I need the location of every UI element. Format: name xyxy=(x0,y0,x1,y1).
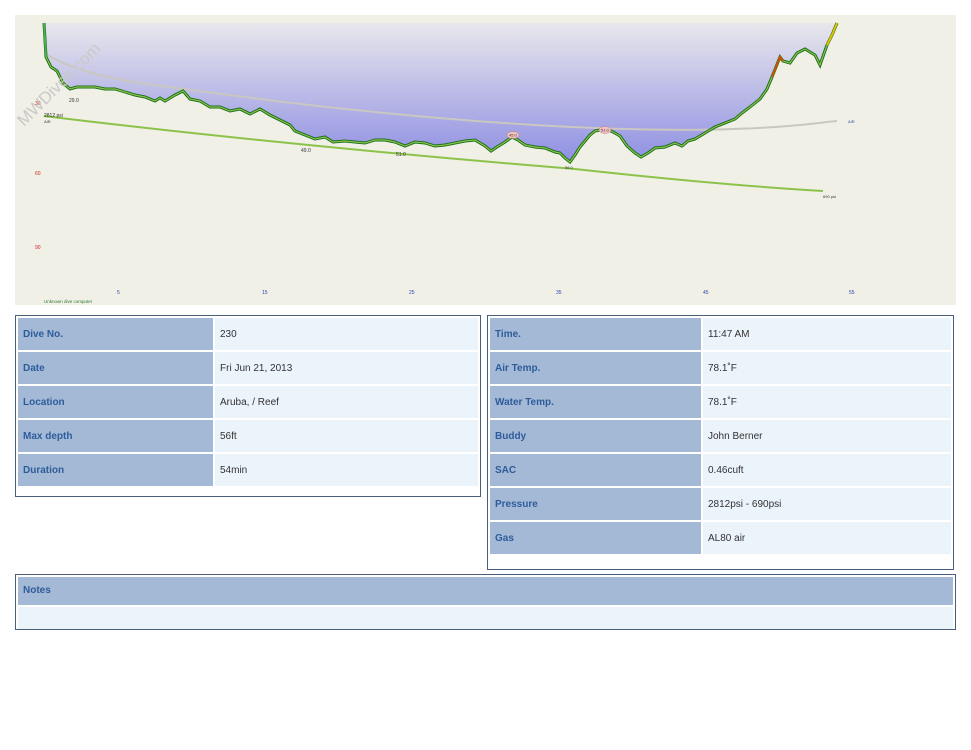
table-row: Water Temp. 78.1˚F xyxy=(490,386,951,418)
gas-label: Gas xyxy=(490,522,701,554)
buddy-label: Buddy xyxy=(490,420,701,452)
table-row: Air Temp. 78.1˚F xyxy=(490,352,951,384)
temperature-badge-label: 51.0 xyxy=(601,128,610,133)
sac-label: SAC xyxy=(490,454,701,486)
notes-section: Notes xyxy=(15,574,956,630)
duration-value: 54min xyxy=(215,454,478,486)
dive-number-label: Dive No. xyxy=(18,318,213,350)
water-temp-value: 78.1˚F xyxy=(703,386,951,418)
time-tick-label: 45 xyxy=(703,290,709,296)
notes-text xyxy=(18,607,953,629)
max-depth-value: 56ft xyxy=(215,420,478,452)
water-temp-label: Water Temp. xyxy=(490,386,701,418)
depth-area xyxy=(44,23,837,162)
table-row: Duration 54min xyxy=(18,454,478,486)
notes-label: Notes xyxy=(18,577,953,605)
table-row: SAC 0.46cuft xyxy=(490,454,951,486)
date-label: Date xyxy=(18,352,213,384)
air-temp-label: Air Temp. xyxy=(490,352,701,384)
table-row: Buddy John Berner xyxy=(490,420,951,452)
dive-details-table: Dive No. 230 Date Fri Jun 21, 2013 Locat… xyxy=(15,315,481,497)
depth-marker-label: 29.0 xyxy=(69,98,79,104)
pressure-value: 2812psi - 690psi xyxy=(703,488,951,520)
date-value: Fri Jun 21, 2013 xyxy=(215,352,478,384)
table-row: Dive No. 230 xyxy=(18,318,478,350)
time-tick-label: 5 xyxy=(117,290,120,296)
temperature-badge-label: 45.0 xyxy=(509,133,518,138)
computer-label: Unknown dive computer xyxy=(44,299,93,304)
dive-conditions-table: Time. 11:47 AM Air Temp. 78.1˚F Water Te… xyxy=(487,315,954,570)
time-label: Time. xyxy=(490,318,701,350)
dive-profile-graphic: 2812 psi AIR 690 psi AIR Unknown dive co… xyxy=(15,22,855,304)
buddy-value: John Berner xyxy=(703,420,951,452)
depth-tick-label: 90 xyxy=(35,245,41,251)
pressure-label: Pressure xyxy=(490,488,701,520)
table-row: Time. 11:47 AM xyxy=(490,318,951,350)
time-tick-label: 35 xyxy=(556,290,562,296)
end-gas-label: AIR xyxy=(848,119,855,124)
max-depth-label: Max depth xyxy=(18,420,213,452)
gas-value: AL80 air xyxy=(703,522,951,554)
time-tick-label: 55 xyxy=(849,290,855,296)
depth-marker-label: 51.0 xyxy=(396,152,406,158)
table-row: Gas AL80 air xyxy=(490,522,951,554)
depth-tick-label: 60 xyxy=(35,171,41,177)
time-tick-label: 25 xyxy=(409,290,415,296)
duration-label: Duration xyxy=(18,454,213,486)
time-value: 11:47 AM xyxy=(703,318,951,350)
sac-value: 0.46cuft xyxy=(703,454,951,486)
air-temp-value: 78.1˚F xyxy=(703,352,951,384)
dive-number-value: 230 xyxy=(215,318,478,350)
table-row: Pressure 2812psi - 690psi xyxy=(490,488,951,520)
end-pressure-label: 690 psi xyxy=(823,194,836,199)
table-row: Max depth 56ft xyxy=(18,420,478,452)
location-label: Location xyxy=(18,386,213,418)
dive-profile-chart: 2812 psi AIR 690 psi AIR Unknown dive co… xyxy=(15,15,956,305)
table-row: Date Fri Jun 21, 2013 xyxy=(18,352,478,384)
depth-marker-label: 56.0 xyxy=(565,165,574,170)
temperature-badge: 45.0 xyxy=(506,131,520,139)
location-value: Aruba, / Reef xyxy=(215,386,478,418)
temperature-badge: 51.0 xyxy=(598,126,612,134)
start-gas-label: AIR xyxy=(44,119,51,124)
depth-marker-label: 49.0 xyxy=(301,148,311,154)
table-row: Location Aruba, / Reef xyxy=(18,386,478,418)
time-tick-label: 15 xyxy=(262,290,268,296)
